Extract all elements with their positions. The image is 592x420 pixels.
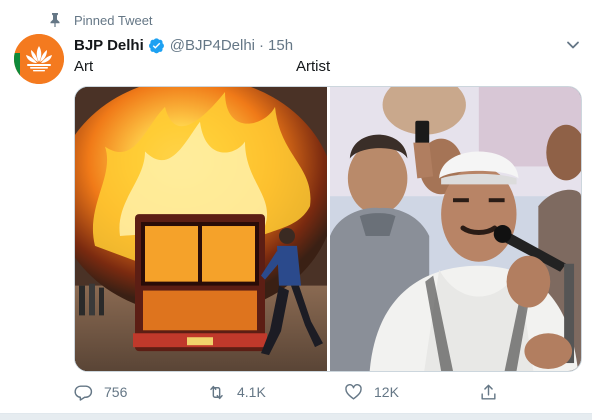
retweet-icon xyxy=(210,385,223,399)
burning-bus-photo[interactable] xyxy=(75,87,327,371)
media-grid xyxy=(74,86,582,372)
lotus-logo-icon xyxy=(14,34,64,84)
pinned-indicator: Pinned Tweet xyxy=(48,11,153,29)
author-handle[interactable]: @BJP4Delhi xyxy=(170,37,255,54)
reply-icon xyxy=(74,384,93,401)
separator-dot: · xyxy=(259,36,265,54)
tweet-actions: 756 4.1K 12K xyxy=(74,380,544,404)
like-count: 12K xyxy=(374,384,399,400)
pinned-label: Pinned Tweet xyxy=(74,12,153,28)
reply-button[interactable]: 756 xyxy=(74,380,127,404)
heart-icon xyxy=(345,383,362,400)
like-button[interactable]: 12K xyxy=(344,380,399,404)
retweet-button[interactable]: 4.1K xyxy=(207,380,266,404)
man-speaking-into-microphone-photo[interactable] xyxy=(330,87,581,371)
retweet-count: 4.1K xyxy=(237,384,266,400)
tweet-card[interactable]: Pinned Tweet BJP Delhi @BJP4Delhi · 15h … xyxy=(0,0,592,420)
share-icon xyxy=(481,384,496,400)
chevron-down-icon[interactable] xyxy=(566,38,580,52)
tweet-text-left: Art xyxy=(74,58,94,75)
reply-count: 756 xyxy=(104,384,128,400)
author-name[interactable]: BJP Delhi xyxy=(74,37,144,54)
tweet-text: Art Artist xyxy=(74,58,574,78)
tweet-timestamp[interactable]: 15h xyxy=(268,37,293,54)
avatar[interactable] xyxy=(14,34,64,84)
tweet-text-right: Artist xyxy=(296,58,331,75)
verified-badge-icon xyxy=(148,37,165,54)
tweet-header: BJP Delhi @BJP4Delhi · 15h xyxy=(74,34,293,56)
pin-icon xyxy=(48,12,62,28)
tweet-divider xyxy=(0,413,592,420)
share-button[interactable] xyxy=(479,380,498,404)
